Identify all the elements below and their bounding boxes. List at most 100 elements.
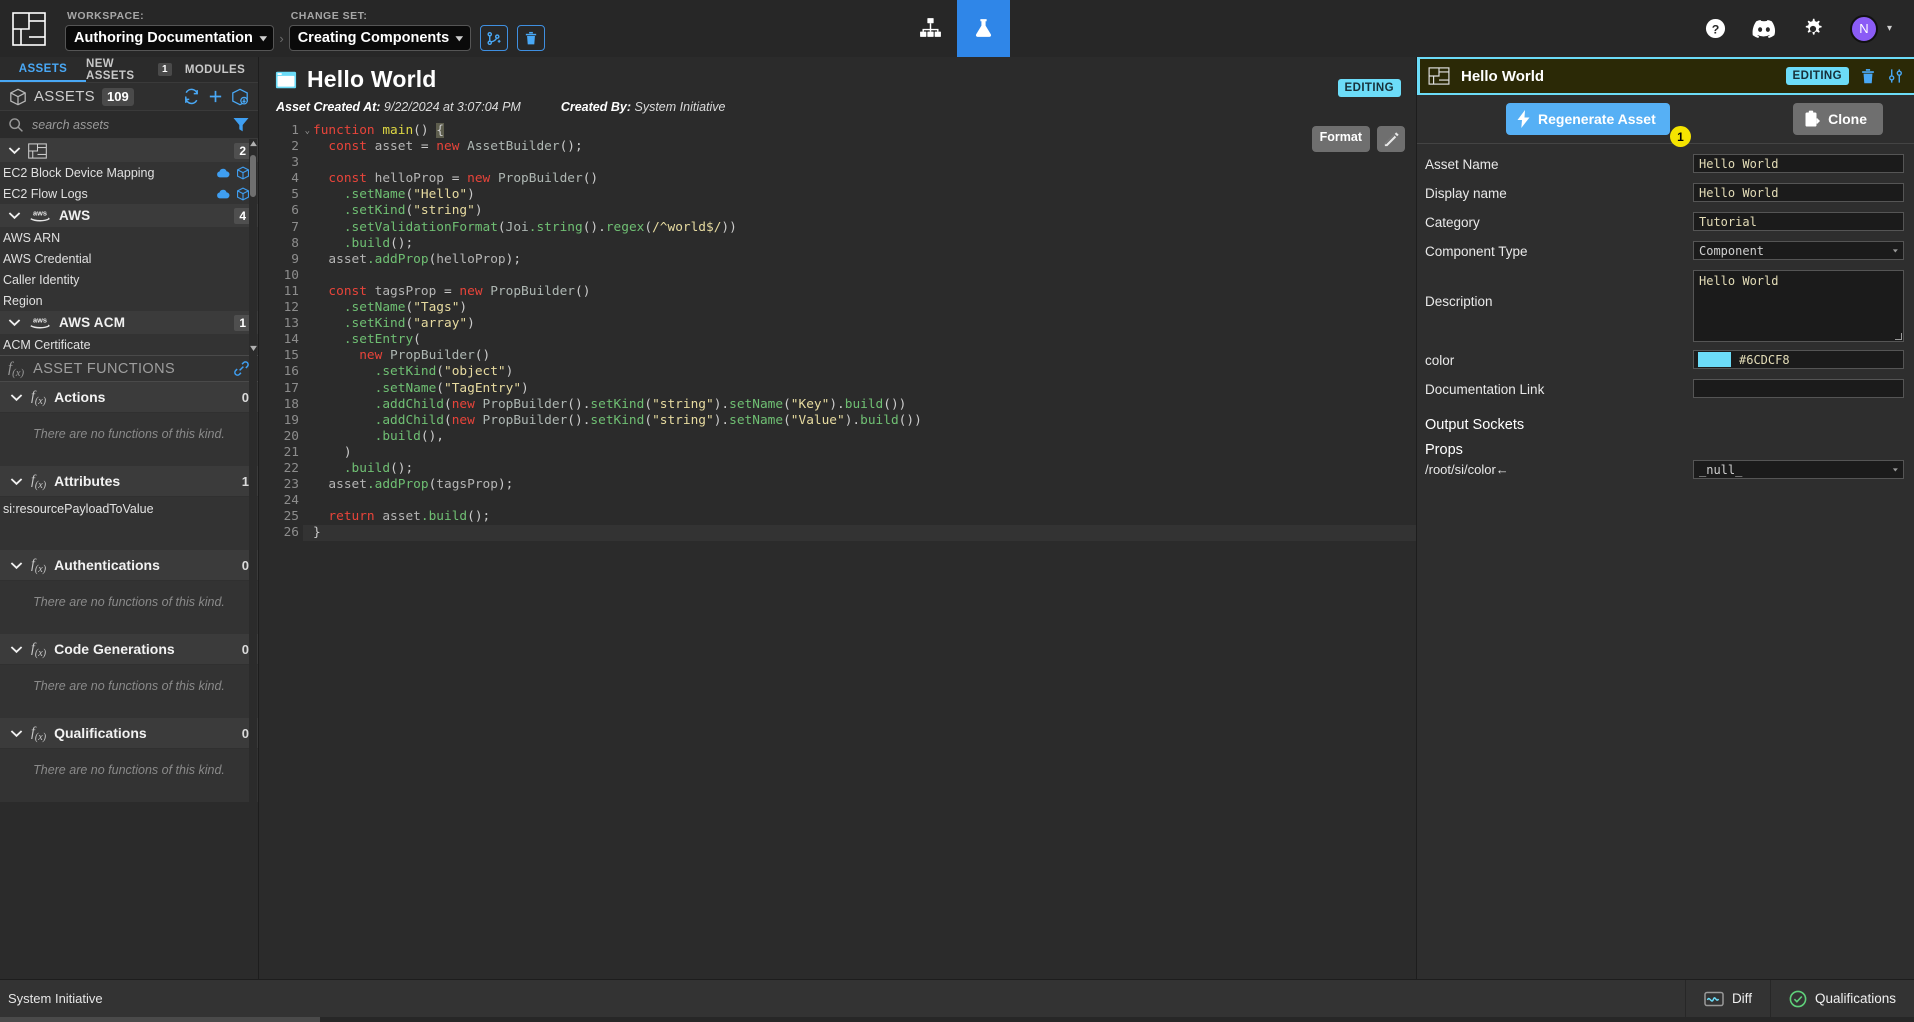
sidebar-tab-new-assets[interactable]: NEW ASSETS 1 [86,57,172,82]
merge-changeset-button[interactable] [479,25,508,51]
asset-tree-item-label: AWS Credential [3,251,92,266]
prop-value-select[interactable]: _null_ ▾ [1693,460,1904,479]
function-group-label: Actions [54,389,106,405]
delete-changeset-button[interactable] [516,25,545,51]
function-group-authentications[interactable]: f(x) Authentications 0 [0,550,258,581]
trash-icon[interactable] [1860,68,1876,85]
code-lines[interactable]: function main() { const asset = new Asse… [303,123,1416,542]
scroll-up-arrow-icon[interactable] [249,139,257,148]
function-group-label: Attributes [54,473,121,489]
trash-icon [524,31,538,46]
discord-icon[interactable] [1752,19,1776,38]
chevron-down-icon[interactable] [9,642,23,656]
question-circle-icon[interactable]: ? [1705,18,1726,39]
code-line: .setName("Tags") [343,300,468,316]
app-root: WORKSPACE: Authoring Documentation ▾ › C… [0,0,1914,1022]
asset-tree-group[interactable]: aws AWS ACM 1 [0,311,258,334]
chevron-down-icon[interactable] [9,726,23,740]
sidebar-tab-label: NEW ASSETS [86,57,135,82]
asset-tree-group[interactable]: 2 [0,139,258,162]
component-type-select[interactable]: Component ▾ [1693,241,1904,260]
asset-tree-item[interactable]: ACM Certificate [0,334,258,355]
cube-icon [9,88,27,106]
documentation-link-input[interactable] [1693,379,1904,398]
color-swatch[interactable] [1698,352,1731,367]
regenerate-asset-button[interactable]: Regenerate Asset [1506,103,1670,135]
asset-name-input[interactable]: Hello World [1693,154,1904,173]
scroll-down-arrow-icon[interactable] [249,343,257,352]
chevron-down-icon[interactable] [7,209,21,223]
cube-download-icon[interactable] [231,88,249,106]
search-input[interactable] [32,117,224,132]
profile-menu[interactable]: N ▾ [1849,14,1892,43]
resize-handle[interactable] [1895,333,1902,340]
sliders-icon[interactable] [1887,67,1904,85]
asset-tree-item[interactable]: Region [0,290,258,311]
line-number: 19 [283,412,299,428]
workspace-label: WORKSPACE: [67,10,145,22]
clone-button[interactable]: Clone [1793,103,1883,135]
link-icon[interactable] [233,360,250,377]
code-fold-icon[interactable]: ⌄ [305,123,310,139]
asset-tree-item[interactable]: AWS Credential [0,248,258,269]
asset-tree-item[interactable]: EC2 Block Device Mapping [0,162,258,183]
function-list-item[interactable]: si:resourcePayloadToValue [3,502,258,516]
function-group-actions[interactable]: f(x) Actions 0 [0,382,258,413]
refresh-icon[interactable] [183,88,200,105]
code-editor[interactable]: Format 1 ⌄ 2 3 4 5 6 7 8 9 10 11 12 13 14 15 16 17 18 19 20 2… [259,118,1416,979]
app-logo[interactable] [0,0,57,57]
function-group-qualifications[interactable]: f(x) Qualifications 0 [0,718,258,749]
asset-search-bar [0,111,258,139]
line-number: 17 [283,380,299,396]
chevron-down-icon[interactable] [7,316,21,330]
asset-tree-scrollbar[interactable] [249,139,257,979]
search-icon [8,117,24,133]
description-textarea[interactable]: Hello World [1693,270,1904,342]
diff-button[interactable]: Diff [1684,979,1770,1018]
line-number: 5 [291,187,299,203]
changeset-select[interactable]: Creating Components ▾ [288,25,471,51]
status-text: System Initiative [8,991,103,1006]
sidebar-tab-modules[interactable]: MODULES [172,57,258,82]
chevron-down-icon[interactable] [9,474,23,488]
asset-tree-item[interactable]: EC2 Flow Logs [0,183,258,204]
asset-tree-item[interactable]: Caller Identity [0,269,258,290]
edit-pencil-icon[interactable] [1377,126,1405,152]
funnel-icon[interactable] [232,116,250,134]
chevron-down-icon[interactable] [7,144,21,158]
asset-tree-group[interactable]: aws AWS 4 [0,204,258,227]
chevron-down-icon: ▾ [456,32,463,43]
category-input[interactable]: Tutorial [1693,212,1904,231]
tab-lab[interactable] [957,0,1010,57]
cloud-upload-icon[interactable] [216,188,230,200]
line-number: 1 ⌄ [291,123,310,138]
fx-icon: f(x) [8,359,25,379]
breadcrumb-separator: › [279,31,284,46]
sidebar-tab-assets[interactable]: ASSETS [0,57,86,82]
cube-sync-icon[interactable] [236,187,250,201]
asset-detail-form: Asset Name Hello World Display name Hello W… [1417,144,1914,408]
plus-icon[interactable] [207,88,224,105]
output-sockets-title: Output Sockets [1425,417,1525,433]
gear-icon[interactable] [1802,18,1824,40]
asset-tree-item[interactable]: AWS ARN [0,227,258,248]
asset-tree: 2 EC2 Block Device Mapping EC2 Flow Logs aw… [0,139,258,979]
cube-sync-icon[interactable] [236,166,250,180]
cloud-upload-icon[interactable] [216,167,230,179]
chevron-down-icon: ▾ [1886,23,1892,34]
display-name-input[interactable]: Hello World [1693,183,1904,202]
function-group-code generations[interactable]: f(x) Code Generations 0 [0,634,258,665]
tab-model[interactable] [904,0,957,57]
workspace-select[interactable]: Authoring Documentation ▾ [65,25,275,51]
chevron-down-icon[interactable] [9,558,23,572]
color-picker[interactable]: #6CDCF8 [1693,350,1904,369]
qualifications-button[interactable]: Qualifications [1769,979,1914,1018]
format-button[interactable]: Format [1311,126,1370,152]
chevron-down-icon[interactable] [9,390,23,404]
code-line: .addChild(new PropBuilder().setKind("str… [374,412,922,428]
function-group-attributes[interactable]: f(x) Attributes 1 [0,466,258,497]
form-row: Display name Hello World [1417,183,1914,207]
assets-header: ASSETS 109 [0,83,258,111]
props-title: Props [1425,442,1463,458]
